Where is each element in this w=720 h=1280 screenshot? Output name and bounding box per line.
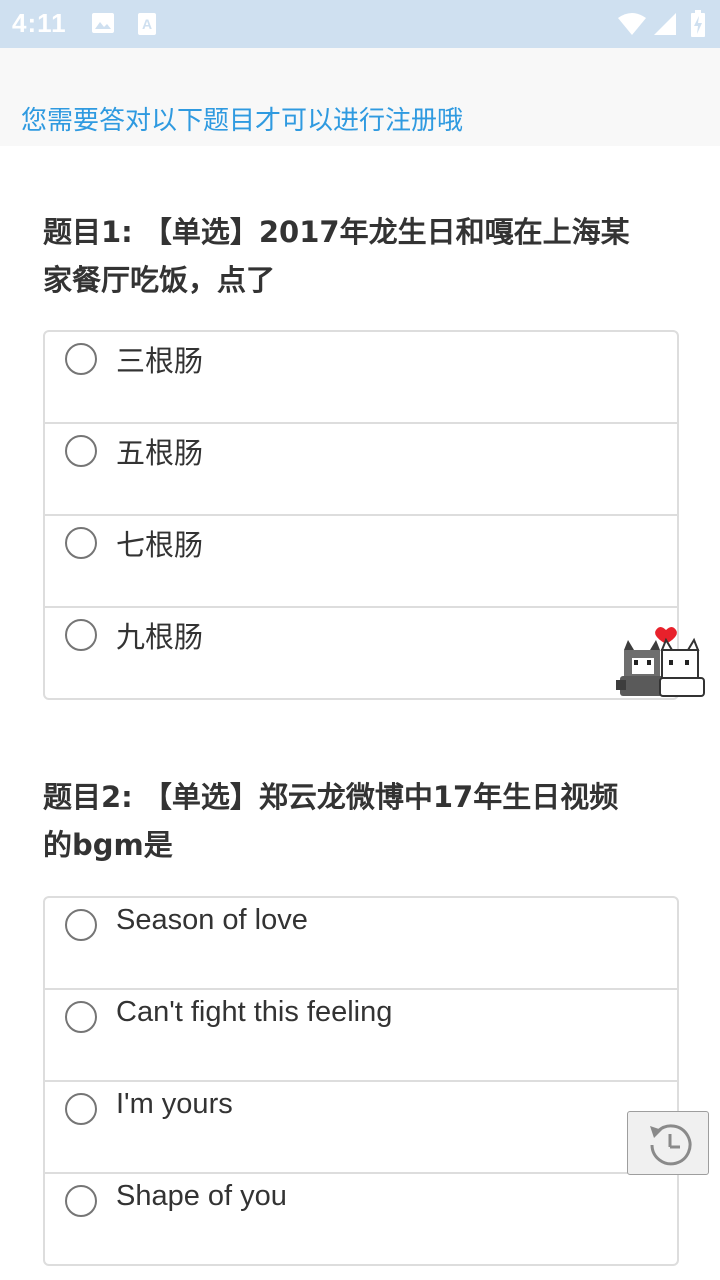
question-1-title: 题目1: 【单选】2017年龙生日和嘎在上海某 家餐厅吃饭，点了: [43, 208, 673, 304]
question-1-title-line2: 家餐厅吃饭，点了: [43, 263, 276, 297]
question-2-option-4[interactable]: Shape of you: [45, 1172, 677, 1264]
status-bar: 4:11 A: [0, 0, 720, 48]
option-label: 五根肠: [116, 436, 204, 470]
history-button[interactable]: [627, 1111, 709, 1175]
status-time: 4:11: [12, 8, 67, 38]
question-1-option-2[interactable]: 五根肠: [45, 422, 677, 514]
radio-button[interactable]: [65, 1001, 97, 1033]
radio-button[interactable]: [65, 1093, 97, 1125]
history-icon: [650, 1124, 692, 1166]
option-label: I'm yours: [116, 1088, 233, 1120]
question-2-title-line2: 的bgm是: [43, 828, 173, 862]
wifi-icon: [617, 12, 647, 40]
option-label: Shape of you: [116, 1180, 287, 1212]
question-1-option-1[interactable]: 三根肠: [45, 332, 677, 422]
question-1-option-4[interactable]: 九根肠: [45, 606, 677, 698]
question-1-title-line1: 题目1: 【单选】2017年龙生日和嘎在上海某: [43, 215, 630, 249]
text-a-icon: A: [137, 12, 157, 40]
question-2-option-1[interactable]: Season of love: [45, 898, 677, 988]
radio-button[interactable]: [65, 1185, 97, 1217]
question-2-title-line1: 题目2: 【单选】郑云龙微博中17年生日视频: [43, 780, 619, 814]
radio-button[interactable]: [65, 619, 97, 651]
battery-charging-icon: [690, 10, 706, 42]
svg-text:A: A: [142, 16, 152, 32]
radio-button[interactable]: [65, 909, 97, 941]
option-label: 七根肠: [116, 528, 204, 562]
registration-notice-text: 您需要答对以下题目才可以进行注册哦: [21, 106, 464, 136]
option-label: Can't fight this feeling: [116, 996, 393, 1028]
signal-icon: [653, 12, 677, 40]
radio-button[interactable]: [65, 527, 97, 559]
cat-pet-icon[interactable]: [614, 624, 706, 698]
option-label: 九根肠: [116, 620, 204, 654]
question-2-options: Season of love Can't fight this feeling …: [43, 896, 679, 1266]
radio-button[interactable]: [65, 343, 97, 375]
radio-button[interactable]: [65, 435, 97, 467]
question-1-options: 三根肠 五根肠 七根肠 九根肠: [43, 330, 679, 700]
question-2-option-3[interactable]: I'm yours: [45, 1080, 677, 1172]
registration-notice-banner: 您需要答对以下题目才可以进行注册哦: [0, 48, 720, 146]
option-label: 三根肠: [116, 344, 204, 378]
question-2-option-2[interactable]: Can't fight this feeling: [45, 988, 677, 1080]
question-2-title: 题目2: 【单选】郑云龙微博中17年生日视频 的bgm是: [43, 773, 673, 869]
image-icon: [91, 12, 115, 38]
question-1-option-3[interactable]: 七根肠: [45, 514, 677, 606]
option-label: Season of love: [116, 904, 308, 936]
